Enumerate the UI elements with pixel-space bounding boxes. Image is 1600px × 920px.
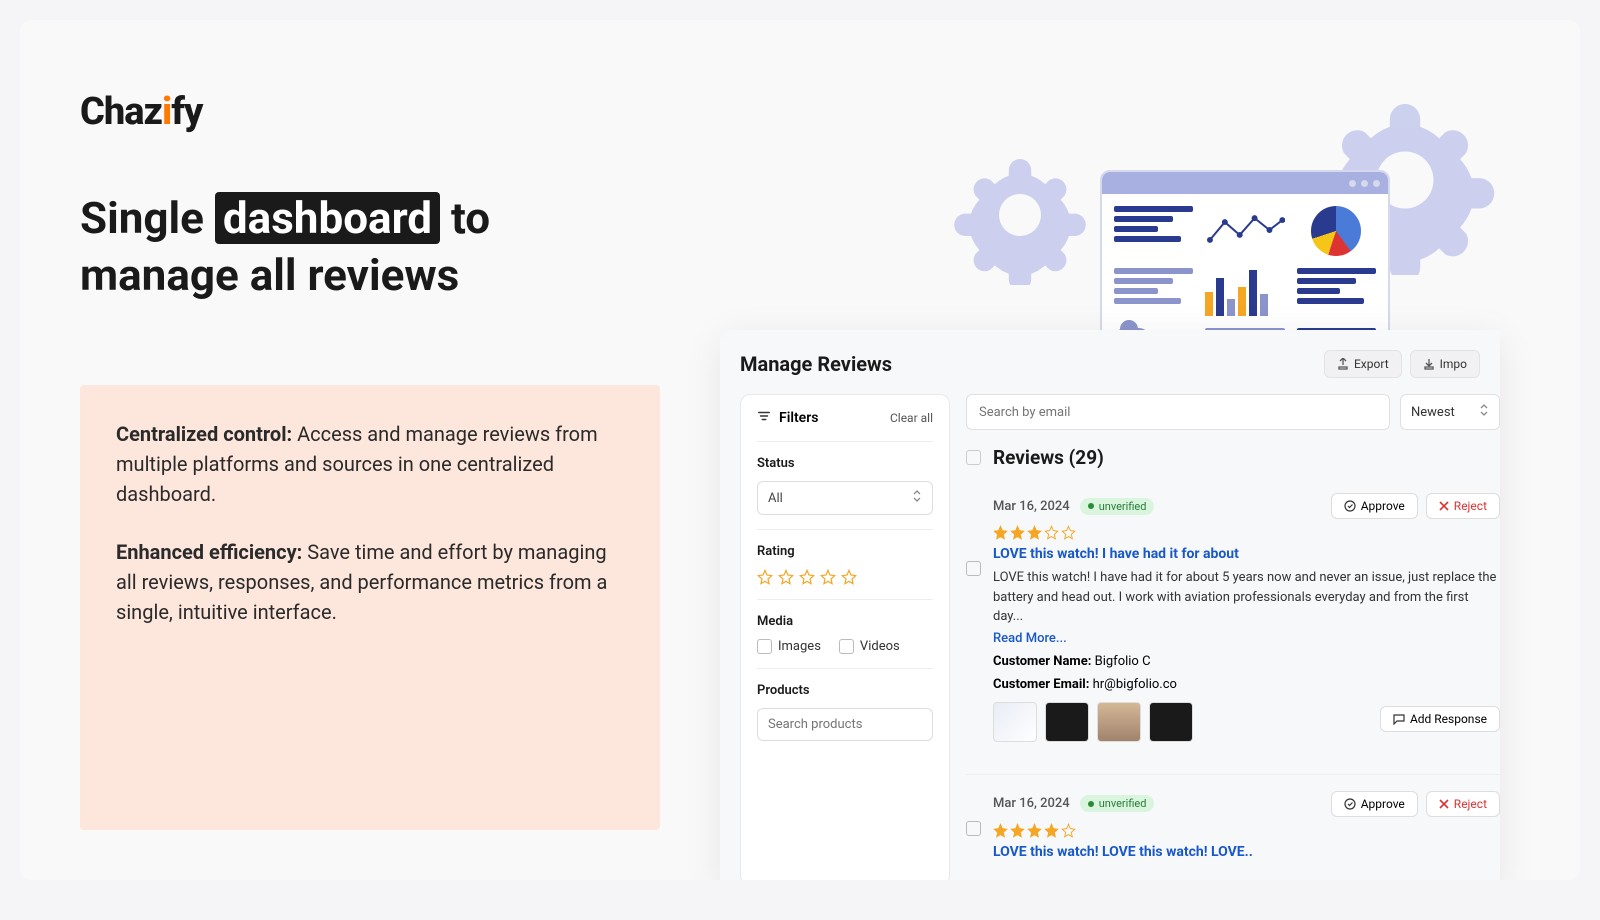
reject-button[interactable]: Reject — [1426, 493, 1500, 519]
check-circle-icon — [1344, 798, 1356, 810]
status-badge: unverified — [1080, 795, 1155, 812]
upload-icon — [1337, 358, 1349, 370]
chevron-updown-icon — [1479, 403, 1489, 421]
desc-centralized: Centralized control: Access and manage r… — [116, 419, 624, 509]
customer-email: Customer Email: hr@bigfolio.co — [993, 677, 1500, 692]
download-icon — [1423, 358, 1435, 370]
review-rating — [993, 823, 1500, 838]
customer-name: Customer Name: Bigfolio C — [993, 654, 1500, 669]
read-more-link[interactable]: Read More... — [993, 631, 1067, 646]
products-search-input[interactable] — [757, 708, 933, 741]
rating-filter-stars[interactable] — [757, 569, 933, 585]
status-select[interactable]: All — [757, 481, 933, 515]
review-date: Mar 16, 2024 — [993, 499, 1070, 514]
export-button[interactable]: Export — [1324, 350, 1402, 378]
checkbox-icon — [839, 639, 854, 654]
review-item: Mar 16, 2024 unverified Approve Reject L… — [966, 485, 1500, 762]
gear-icon — [950, 145, 1090, 285]
desc-efficiency: Enhanced efficiency: Save time and effor… — [116, 537, 624, 627]
brand-logo: Chazify — [80, 90, 202, 134]
import-button[interactable]: Impo — [1410, 350, 1480, 378]
chevron-updown-icon — [912, 489, 922, 507]
description-panel: Centralized control: Access and manage r… — [80, 385, 660, 830]
review-date: Mar 16, 2024 — [993, 796, 1070, 811]
videos-checkbox[interactable]: Videos — [839, 639, 900, 654]
review-item: Mar 16, 2024 unverified Approve Reject L… — [966, 774, 1500, 881]
filters-heading: Filters — [757, 409, 818, 427]
chat-icon — [1393, 713, 1405, 725]
add-response-button[interactable]: Add Response — [1380, 706, 1500, 732]
review-checkbox[interactable] — [966, 821, 981, 836]
thumbnail[interactable] — [1149, 702, 1193, 742]
clear-all-link[interactable]: Clear all — [890, 411, 933, 425]
filters-sidebar: Filters Clear all Status All Rating — [740, 394, 950, 880]
star-icon — [757, 569, 773, 585]
rating-label: Rating — [757, 544, 933, 559]
thumbnail[interactable] — [1045, 702, 1089, 742]
media-label: Media — [757, 614, 933, 629]
review-checkbox[interactable] — [966, 561, 981, 576]
check-circle-icon — [1344, 500, 1356, 512]
checkbox-icon — [757, 639, 772, 654]
products-label: Products — [757, 683, 933, 698]
status-badge: unverified — [1080, 498, 1155, 515]
search-email-input[interactable] — [966, 394, 1390, 430]
review-text: LOVE this watch! I have had it for about… — [993, 568, 1500, 627]
x-icon — [1439, 501, 1449, 511]
filter-icon — [757, 409, 771, 427]
reviews-heading: Reviews (29) — [966, 442, 1500, 473]
review-title[interactable]: LOVE this watch! LOVE this watch! LOVE.. — [993, 844, 1500, 860]
star-icon — [799, 569, 815, 585]
brand-text: Chaz — [80, 90, 162, 134]
sort-select[interactable]: Newest — [1400, 394, 1500, 430]
star-icon — [841, 569, 857, 585]
x-icon — [1439, 799, 1449, 809]
star-icon — [820, 569, 836, 585]
star-icon — [778, 569, 794, 585]
review-rating — [993, 525, 1500, 540]
images-checkbox[interactable]: Images — [757, 639, 821, 654]
approve-button[interactable]: Approve — [1331, 791, 1418, 817]
thumbnail[interactable] — [1097, 702, 1141, 742]
thumbnail[interactable] — [993, 702, 1037, 742]
approve-button[interactable]: Approve — [1331, 493, 1418, 519]
select-all-checkbox[interactable] — [966, 450, 981, 465]
status-label: Status — [757, 456, 933, 471]
app-title: Manage Reviews — [740, 352, 892, 376]
headline-highlight: dashboard — [215, 192, 440, 244]
app-screenshot: Manage Reviews Export Impo Filters Clear… — [720, 330, 1500, 880]
review-title[interactable]: LOVE this watch! I have had it for about — [993, 546, 1500, 562]
page-headline: Single dashboard to manage all reviews — [80, 190, 560, 304]
reject-button[interactable]: Reject — [1426, 791, 1500, 817]
